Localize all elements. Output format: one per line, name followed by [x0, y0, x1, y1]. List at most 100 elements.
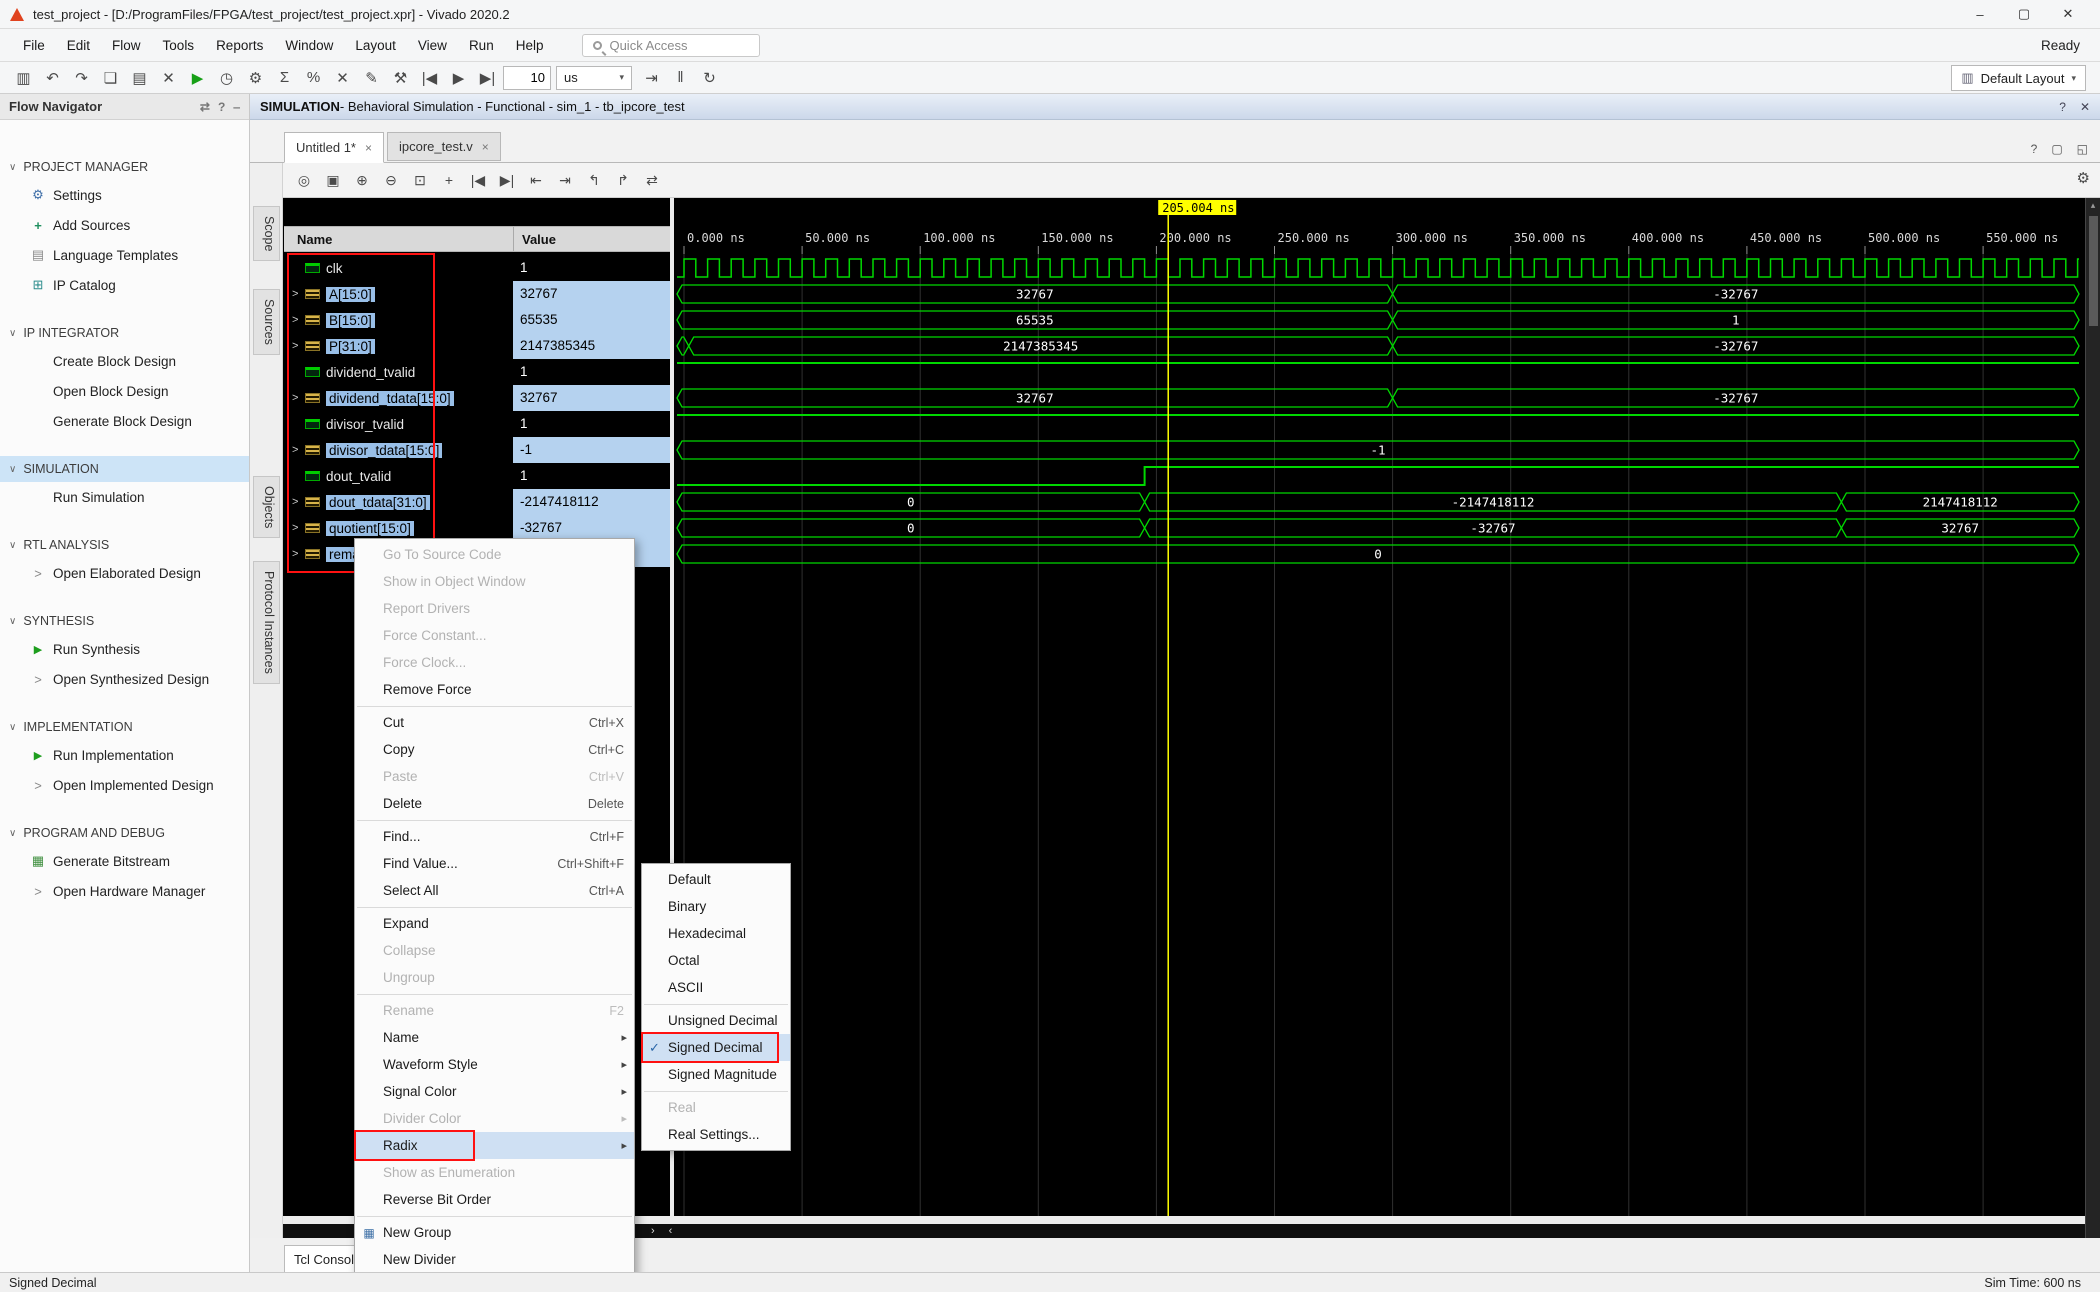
zoom-in-icon[interactable]: ⊕ — [349, 168, 375, 193]
signal-value-b-15-0[interactable]: 65535 — [513, 307, 670, 333]
menu-run[interactable]: Run — [458, 29, 505, 61]
signal-row-dividend-tdata-15-0[interactable]: >dividend_tdata[15:0] — [284, 385, 513, 411]
flow-item-open-hardware-manager[interactable]: >Open Hardware Manager — [0, 876, 249, 906]
flow-item-open-implemented-design[interactable]: >Open Implemented Design — [0, 770, 249, 800]
scroll-up-icon[interactable]: ▴ — [2086, 198, 2100, 212]
signal-row-b-15-0[interactable]: >B[15:0] — [284, 307, 513, 333]
flow-section-ip-integrator[interactable]: ∨IP INTEGRATOR — [0, 320, 249, 346]
menu-item-select-all[interactable]: Select AllCtrl+A — [355, 877, 634, 904]
flow-section-simulation[interactable]: ∨SIMULATION — [0, 456, 249, 482]
radix-option-default[interactable]: Default — [642, 866, 790, 893]
section-expand-icon[interactable]: ∨ — [9, 616, 16, 627]
relaunch-icon[interactable]: ↻ — [696, 65, 723, 91]
help-icon[interactable]: ? — [218, 100, 225, 114]
dock-icon[interactable]: ⇄ — [200, 100, 210, 114]
menu-item-delete[interactable]: DeleteDelete — [355, 790, 634, 817]
signal-row-dout-tdata-31-0[interactable]: >dout_tdata[31:0] — [284, 489, 513, 515]
section-expand-icon[interactable]: ∨ — [9, 162, 16, 173]
add-marker-after-icon[interactable]: ↱ — [610, 168, 636, 193]
menu-item-collapse[interactable]: Collapse — [355, 937, 634, 964]
expand-caret-icon[interactable]: > — [292, 496, 305, 508]
flow-item-ip-catalog[interactable]: ⊞IP Catalog — [0, 270, 249, 300]
signal-row-clk[interactable]: clk — [284, 255, 513, 281]
menu-item-remove-force[interactable]: Remove Force — [355, 676, 634, 703]
flow-section-program-and-debug[interactable]: ∨PROGRAM AND DEBUG — [0, 820, 249, 846]
section-expand-icon[interactable]: ∨ — [9, 722, 16, 733]
flow-section-project-manager[interactable]: ∨PROJECT MANAGER — [0, 154, 249, 180]
menu-item-name[interactable]: Name▸ — [355, 1024, 634, 1051]
edit-icon[interactable]: ✎ — [358, 65, 385, 91]
menu-item-find[interactable]: Find...Ctrl+F — [355, 823, 634, 850]
menu-item-rename[interactable]: RenameF2 — [355, 997, 634, 1024]
flow-section-rtl-analysis[interactable]: ∨RTL ANALYSIS — [0, 532, 249, 558]
section-expand-icon[interactable]: ∨ — [9, 828, 16, 839]
menu-help[interactable]: Help — [505, 29, 555, 61]
signal-value-dividend-tvalid[interactable]: 1 — [513, 359, 670, 385]
radix-option-ascii[interactable]: ASCII — [642, 974, 790, 1001]
radix-option-signed-decimal[interactable]: ✓Signed Decimal — [642, 1034, 790, 1061]
menu-item-copy[interactable]: CopyCtrl+C — [355, 736, 634, 763]
close-button[interactable]: ✕ — [2046, 0, 2090, 28]
side-tab-protocol-instances[interactable]: Protocol Instances — [253, 561, 280, 684]
flow-item-create-block-design[interactable]: Create Block Design — [0, 346, 249, 376]
menu-tools[interactable]: Tools — [152, 29, 206, 61]
expand-caret-icon[interactable]: > — [292, 444, 305, 456]
menu-item-waveform-style[interactable]: Waveform Style▸ — [355, 1051, 634, 1078]
go-to-start-icon[interactable]: |◀ — [465, 168, 491, 193]
menu-item-show-in-object-window[interactable]: Show in Object Window — [355, 568, 634, 595]
time-unit-select[interactable]: us ▾ — [556, 66, 632, 90]
radix-option-real[interactable]: Real — [642, 1094, 790, 1121]
waveform-settings-icon[interactable]: ⚙ — [2077, 169, 2090, 187]
find-icon[interactable]: ◎ — [291, 168, 317, 193]
float-window-icon[interactable]: ▢ — [2051, 142, 2062, 156]
radix-option-real-settings[interactable]: Real Settings... — [642, 1121, 790, 1148]
close-panel-icon[interactable]: ✕ — [2080, 100, 2090, 114]
menu-item-reverse-bit-order[interactable]: Reverse Bit Order — [355, 1186, 634, 1213]
expand-caret-icon[interactable]: > — [292, 288, 305, 300]
pause-icon[interactable]: ‖ — [667, 65, 694, 91]
zoom-to-cursor-icon[interactable]: + — [436, 168, 462, 193]
timeline-cursor[interactable]: 205.004 ns — [1158, 200, 1236, 1216]
signal-value-dout-tdata-31-0[interactable]: -2147418112 — [513, 489, 670, 515]
maximize-button[interactable]: ▢ — [2002, 0, 2046, 28]
flow-item-settings[interactable]: ⚙Settings — [0, 180, 249, 210]
signal-row-p-31-0[interactable]: >P[31:0] — [284, 333, 513, 359]
copy-icon[interactable]: ❏ — [97, 65, 124, 91]
step-icon[interactable]: ▶| — [474, 65, 501, 91]
help-icon[interactable]: ? — [2059, 100, 2066, 114]
menu-item-force-clock[interactable]: Force Clock... — [355, 649, 634, 676]
collapse-panel-icon[interactable]: ‒ — [233, 100, 240, 114]
menu-item-force-constant[interactable]: Force Constant... — [355, 622, 634, 649]
expand-caret-icon[interactable]: > — [292, 314, 305, 326]
help-icon[interactable]: ? — [2031, 142, 2038, 156]
menu-item-expand[interactable]: Expand — [355, 910, 634, 937]
run-for-time-icon[interactable]: ⇥ — [638, 65, 665, 91]
flow-item-generate-bitstream[interactable]: ▦Generate Bitstream — [0, 846, 249, 876]
layout-select[interactable]: ▥ Default Layout ▾ — [1951, 65, 2086, 91]
paste-icon[interactable]: ▤ — [126, 65, 153, 91]
vertical-scrollbar-thumb[interactable] — [2089, 216, 2098, 326]
waveform-canvas[interactable]: 0.000 ns50.000 ns100.000 ns150.000 ns200… — [674, 198, 2085, 1238]
name-column-header[interactable]: Name — [284, 227, 513, 251]
tools-icon[interactable]: ⚒ — [387, 65, 414, 91]
signal-value-clk[interactable]: 1 — [513, 255, 670, 281]
tab-untitled-1[interactable]: Untitled 1*× — [284, 132, 384, 163]
maximize-panel-icon[interactable]: ◱ — [2077, 142, 2088, 156]
radix-option-unsigned-decimal[interactable]: Unsigned Decimal — [642, 1007, 790, 1034]
signal-value-divisor-tvalid[interactable]: 1 — [513, 411, 670, 437]
signal-value-dout-tvalid[interactable]: 1 — [513, 463, 670, 489]
signal-row-dout-tvalid[interactable]: dout_tvalid — [284, 463, 513, 489]
save-icon[interactable]: ▣ — [320, 168, 346, 193]
side-tab-objects[interactable]: Objects — [253, 476, 280, 538]
cancel-icon[interactable]: ✕ — [329, 65, 356, 91]
run-green-icon[interactable]: ▶ — [184, 65, 211, 91]
flow-item-run-synthesis[interactable]: ▶Run Synthesis — [0, 634, 249, 664]
flow-item-open-block-design[interactable]: Open Block Design — [0, 376, 249, 406]
value-column-header[interactable]: Value — [513, 227, 670, 251]
next-transition-icon[interactable]: ⇥ — [552, 168, 578, 193]
radix-option-signed-magnitude[interactable]: Signed Magnitude — [642, 1061, 790, 1088]
side-tab-scope[interactable]: Scope — [253, 206, 280, 261]
menu-reports[interactable]: Reports — [205, 29, 274, 61]
signal-row-divisor-tvalid[interactable]: divisor_tvalid — [284, 411, 513, 437]
add-marker-before-icon[interactable]: ↰ — [581, 168, 607, 193]
